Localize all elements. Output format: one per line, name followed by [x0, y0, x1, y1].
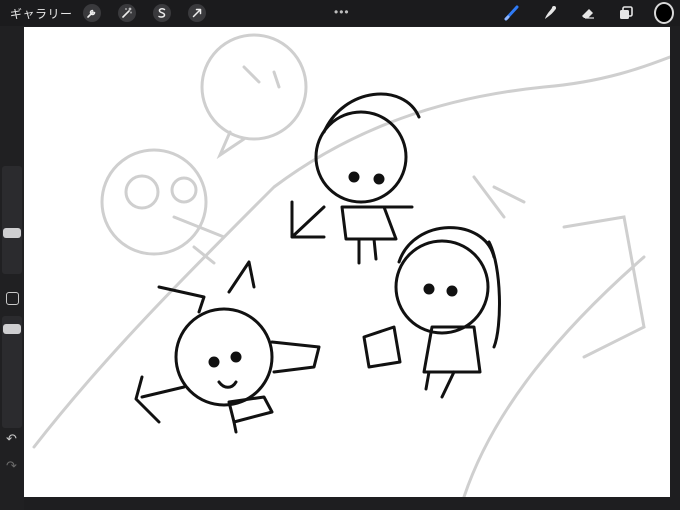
eraser-icon[interactable] [578, 3, 598, 23]
redo-button[interactable]: ↷ [6, 458, 17, 474]
undo-button[interactable]: ↶ [6, 431, 17, 447]
modify-button[interactable] [6, 292, 19, 305]
color-swatch-button[interactable] [654, 2, 674, 24]
gallery-button[interactable]: ギャラリー [10, 5, 73, 22]
opacity-slider[interactable] [2, 316, 22, 428]
opacity-handle[interactable] [3, 324, 21, 334]
brush-icon[interactable] [502, 3, 522, 23]
current-color-swatch [654, 2, 674, 24]
drawing-canvas[interactable] [24, 27, 670, 497]
layers-icon[interactable] [616, 3, 636, 23]
top-toolbar: ギャラリー ••• [0, 0, 680, 26]
brush-size-handle[interactable] [3, 228, 21, 238]
wrench-icon[interactable] [82, 4, 101, 22]
selection-icon[interactable] [152, 4, 171, 22]
menu-dots[interactable]: ••• [334, 5, 350, 19]
smudge-icon[interactable] [540, 3, 560, 23]
transform-icon[interactable] [187, 4, 206, 22]
sketch-artwork [32, 33, 670, 497]
right-tool-group [502, 2, 674, 24]
ink-sketch-layer [134, 92, 501, 434]
brush-size-slider[interactable] [2, 166, 22, 274]
magic-wand-icon[interactable] [117, 4, 136, 22]
left-sidebar: ↶ ↷ [0, 26, 24, 510]
rough-sketch-layer [32, 33, 670, 497]
